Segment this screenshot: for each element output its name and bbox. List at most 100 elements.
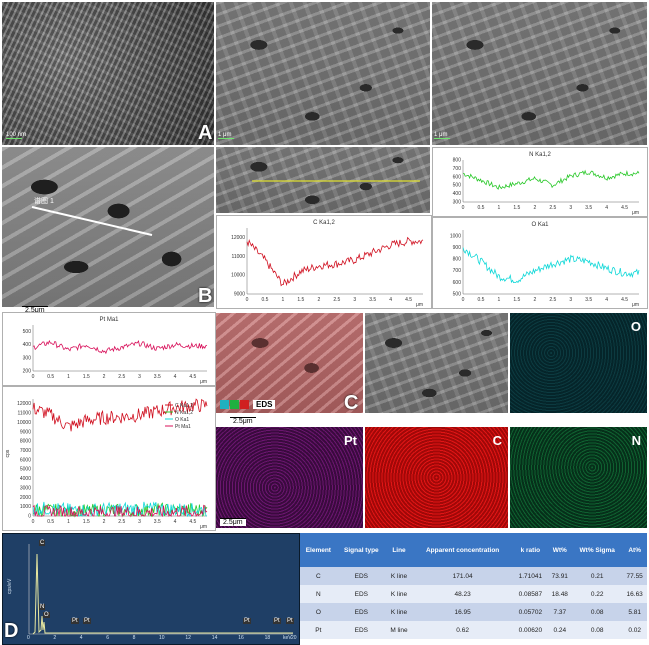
xtick-1-3: 1.5 [297, 297, 304, 303]
plot-n-ka: N Ka1,2 800 700 600 500 400 300 0 0.5 1 1.5 2 2.5 3 3.… [432, 147, 648, 217]
table-cell: 0.08587 [513, 585, 548, 603]
panel-letter-c: C [344, 392, 359, 414]
table-cell: 0.24 [547, 621, 573, 639]
table-cell: 0.08 [572, 603, 623, 621]
ytick-2-1: 900 [453, 245, 462, 251]
ytick-4-3: 9000 [20, 429, 31, 435]
spectrum-xtick-3: 6 [106, 635, 109, 641]
spectrum-xticks: 0 2 4 6 8 10 12 14 16 18 20 [27, 635, 297, 643]
ytick-4-7: 5000 [20, 467, 31, 473]
ytick-1-1: 11000 [231, 254, 245, 260]
eds-map-c-label: C [492, 433, 502, 448]
ytick-2-2: 800 [453, 257, 462, 263]
table-cell: K line [386, 585, 412, 603]
table-cell: EDS [336, 567, 386, 585]
legend-label-0: C Ka1,2 [175, 403, 193, 409]
xtick-4-6: 3 [138, 519, 141, 525]
ytick-2-0: 1000 [450, 233, 461, 239]
series-line-2-0 [462, 247, 640, 284]
xtick-4-3: 1.5 [83, 519, 90, 525]
peak-n: N [39, 604, 46, 610]
xtick-4-8: 4 [174, 519, 177, 525]
table-row: N EDS K line 48.23 0.08587 18.48 0.22 16.63 [300, 585, 647, 603]
peak-pt4: Pt [273, 618, 281, 624]
xtick-3-6: 3 [138, 374, 141, 380]
table-cell: EDS [336, 603, 386, 621]
scalebar-a1-label: 100 nm [6, 132, 27, 138]
xtick-4-1: 0.5 [47, 519, 54, 525]
peak-pt3: Pt [243, 618, 251, 624]
table-cell: 7.37 [547, 603, 573, 621]
sem-image-a3 [432, 2, 647, 145]
table-cell: EDS [336, 621, 386, 639]
xtick-4-4: 2 [103, 519, 106, 525]
scalebar-a1: 100 nm [6, 132, 26, 139]
eds-map-n: N [510, 427, 647, 528]
xtick-1-2: 1 [282, 297, 285, 303]
plot-o-ka: O Ka1 1000 900 800 700 600 500 0 0.5 1 1.5 2 2.5 3 3.5… [432, 217, 648, 309]
ytick-4-11: 1000 [20, 504, 31, 510]
table-cell: C [300, 567, 337, 585]
ytick-3-2: 300 [23, 355, 32, 361]
spectrum-xtick-6: 12 [185, 635, 191, 641]
table-cell: 73.91 [547, 567, 573, 585]
table-cell: 171.04 [412, 567, 514, 585]
xtick-3-7: 3.5 [154, 374, 161, 380]
table-cell: K line [386, 603, 412, 621]
xlabel-4: μm [200, 524, 207, 530]
scalebar-a3: 1 μm [434, 132, 450, 139]
scalebar-a2: 1 μm [218, 132, 234, 139]
ytick-0-5: 300 [453, 200, 462, 206]
legend-label-2: O Ka1 [175, 417, 189, 423]
eds-label: EDS [253, 400, 276, 409]
xtick-1-1: 0.5 [261, 297, 268, 303]
panel-letter-b: B [198, 285, 213, 307]
table-cell: 0.62 [412, 621, 514, 639]
table-cell: K line [386, 567, 412, 585]
ytick-0-3: 500 [453, 183, 462, 189]
ytick-0-4: 400 [453, 191, 462, 197]
xtick-0-2: 1 [498, 205, 501, 211]
sem-image-b [2, 147, 214, 307]
xtick-1-0: 0 [246, 297, 249, 303]
eds-spectrum: cps/eV C N O Pt Pt Pt Pt Pt 0 2 4 6 8 10 12 14 1… [2, 533, 300, 645]
table-cell: 0.22 [572, 585, 623, 603]
eds-sem-image [365, 313, 508, 413]
table-cell: 0.21 [572, 567, 623, 585]
peak-c: C [39, 540, 46, 546]
xtick-1-7: 3.5 [369, 297, 376, 303]
xlabel-3: μm [200, 379, 207, 385]
line-scan-label: 谱图 1 [34, 198, 54, 205]
table-cell: 5.81 [622, 603, 647, 621]
eds-map-c: C [365, 427, 508, 528]
xtick-2-6: 3 [569, 297, 572, 303]
ytick-1-2: 10000 [231, 273, 245, 279]
spectrum-xtick-1: 2 [53, 635, 57, 641]
ytick-4-2: 10000 [17, 420, 31, 426]
ytick-3-1: 400 [23, 342, 32, 348]
spectrum-unit: keV [283, 635, 292, 641]
table-row: C EDS K line 171.04 1.71041 73.91 0.21 77.55 [300, 567, 647, 585]
ytick-1-3: 9000 [234, 292, 245, 298]
ytick-4-5: 7000 [20, 448, 31, 454]
xtick-0-6: 3 [569, 205, 572, 211]
ytick-1-0: 12000 [231, 235, 245, 241]
xtick-1-8: 4 [389, 297, 392, 303]
eds-legend: EDS [220, 400, 276, 409]
xtick-2-4: 2 [533, 297, 536, 303]
xtick-0-9: 4.5 [621, 205, 628, 211]
sem-image-a2 [216, 2, 430, 145]
xtick-3-0: 0 [32, 374, 35, 380]
plot-title-3: Pt Ma1 [99, 317, 119, 323]
scalebar-c: 2.5μm [230, 417, 256, 425]
table-cell: 0.05702 [513, 603, 548, 621]
ytick-0-1: 700 [453, 166, 462, 172]
plot-title-1: C Ka1,2 [313, 220, 335, 226]
xtick-1-9: 4.5 [405, 297, 412, 303]
ytick-4-4: 8000 [20, 439, 31, 445]
table-header-1: Signal type [336, 533, 386, 567]
legend-swatch-o [220, 400, 229, 409]
spectrum-xtick-5: 10 [159, 635, 165, 641]
plot-title-0: N Ka1,2 [529, 152, 551, 158]
xtick-0-8: 4 [605, 205, 608, 211]
